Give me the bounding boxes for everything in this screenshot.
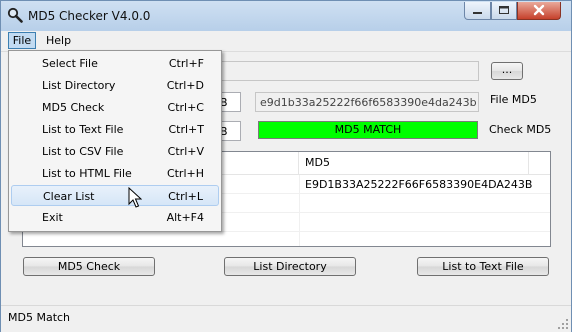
menu-item-label: List to CSV File [42, 145, 124, 158]
app-window: MD5 Checker V4.0.0 File Help ... B e9d1b… [0, 0, 572, 332]
md5-match-indicator: MD5 MATCH [258, 121, 478, 139]
menu-item-list-to-text-file[interactable]: List to Text File Ctrl+T [11, 119, 219, 140]
resize-grip-icon[interactable] [557, 318, 569, 330]
column-header-md5[interactable]: MD5 [299, 152, 529, 174]
file-md5-field[interactable]: e9d1b33a25222f66f6583390e4da243b [255, 92, 479, 112]
window-title: MD5 Checker V4.0.0 [28, 9, 151, 23]
row-md5-cell: E9D1B33A25222F66F6583390E4DA243B [305, 178, 533, 191]
browse-button[interactable]: ... [491, 62, 523, 80]
menu-item-label: List Directory [42, 79, 116, 92]
menu-item-list-directory[interactable]: List Directory Ctrl+D [11, 75, 219, 96]
menu-file[interactable]: File [8, 32, 36, 49]
menu-item-shortcut: Ctrl+C [167, 101, 204, 114]
status-bar: MD5 Match [1, 305, 571, 332]
menu-item-label: Select File [42, 57, 98, 70]
close-button[interactable] [517, 2, 561, 20]
status-text: MD5 Match [8, 311, 71, 324]
menu-item-shortcut: Ctrl+L [168, 190, 203, 203]
magnifier-app-icon [7, 7, 23, 23]
menu-item-select-file[interactable]: Select File Ctrl+F [11, 53, 219, 74]
column-divider [299, 175, 300, 246]
menu-item-list-to-csv-file[interactable]: List to CSV File Ctrl+V [11, 141, 219, 162]
menu-item-shortcut: Ctrl+T [168, 123, 204, 136]
menu-item-shortcut: Ctrl+H [166, 167, 204, 180]
file-dropdown-menu: Select File Ctrl+F List Directory Ctrl+D… [8, 50, 222, 232]
menu-item-label: Exit [42, 211, 63, 224]
maximize-icon [499, 6, 509, 14]
menu-item-label: MD5 Check [42, 101, 105, 114]
mouse-cursor-icon [128, 187, 142, 208]
menu-bar: File Help [1, 31, 571, 52]
file-path-field[interactable] [215, 61, 479, 81]
minimize-button[interactable] [464, 2, 491, 20]
menu-item-md5-check[interactable]: MD5 Check Ctrl+C [11, 97, 219, 118]
menu-item-label: List to Text File [42, 123, 124, 136]
md5-check-button[interactable]: MD5 Check [23, 257, 155, 276]
menu-item-shortcut: Ctrl+D [166, 79, 204, 92]
list-to-text-button[interactable]: List to Text File [417, 257, 549, 276]
maximize-button[interactable] [491, 2, 517, 20]
menu-item-shortcut: Alt+F4 [166, 211, 204, 224]
menu-item-list-to-html-file[interactable]: List to HTML File Ctrl+H [11, 163, 219, 184]
menu-item-shortcut: Ctrl+F [168, 57, 204, 70]
menu-item-label: Clear List [43, 190, 95, 203]
menu-item-shortcut: Ctrl+V [167, 145, 204, 158]
list-directory-button[interactable]: List Directory [224, 257, 356, 276]
title-bar[interactable]: MD5 Checker V4.0.0 [1, 1, 571, 31]
file-md5-value: e9d1b33a25222f66f6583390e4da243b [260, 96, 477, 109]
close-icon [533, 4, 545, 16]
menu-item-label: List to HTML File [42, 167, 132, 180]
menu-item-clear-list[interactable]: Clear List Ctrl+L [11, 185, 219, 206]
check-md5-label: Check MD5 [489, 123, 552, 136]
menu-help[interactable]: Help [46, 33, 71, 48]
menu-item-exit[interactable]: Exit Alt+F4 [11, 207, 219, 228]
minimize-icon [473, 12, 482, 14]
file-md5-label: File MD5 [490, 93, 537, 106]
